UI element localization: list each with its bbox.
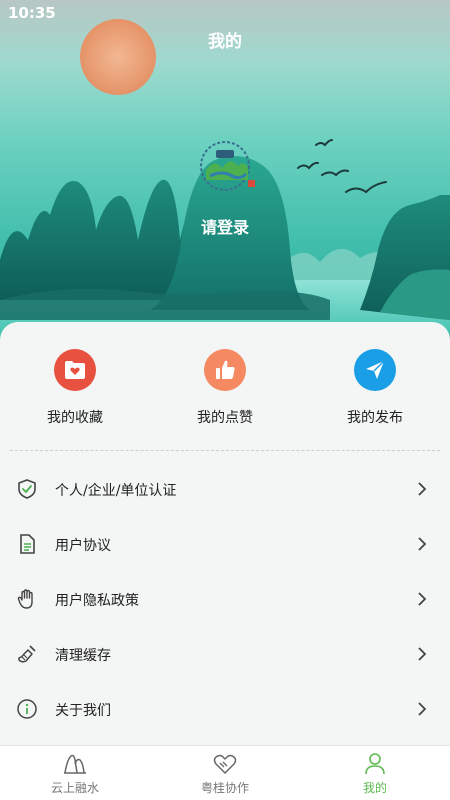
my-posts-label: 我的发布 (347, 410, 403, 426)
my-posts-button[interactable]: 我的发布 (315, 347, 435, 427)
tab-yuegui-cooperation[interactable]: 粤桂协作 (150, 746, 300, 800)
person-icon (365, 753, 385, 775)
tab-yunshang-rongshui[interactable]: 云上融水 (0, 746, 150, 800)
bottom-tab-bar: 云上融水 粤桂协作 我的 (0, 745, 450, 800)
menu-item-clear-cache[interactable]: 清理缓存 (0, 627, 450, 682)
menu-item-user-agreement[interactable]: 用户协议 (0, 517, 450, 572)
page-title: 我的 (208, 32, 242, 52)
chevron-right-icon (418, 702, 427, 716)
login-link[interactable]: 请登录 (0, 214, 450, 238)
chevron-right-icon (418, 537, 427, 551)
app-logo-icon[interactable] (192, 136, 258, 202)
chevron-right-icon (418, 482, 427, 496)
document-icon (20, 534, 35, 554)
menu-item-label: 个人/企业/单位认证 (55, 483, 177, 499)
tab-label: 云上融水 (50, 781, 99, 795)
menu-item-label: 用户隐私政策 (55, 593, 139, 609)
send-icon (354, 349, 396, 391)
menu-item-about-us[interactable]: 关于我们 (0, 682, 450, 737)
my-favorites-label: 我的收藏 (47, 410, 103, 426)
chevron-right-icon (418, 647, 427, 661)
menu-item-label: 关于我们 (55, 703, 111, 719)
menu-item-label: 清理缓存 (55, 648, 111, 664)
handshake-heart-icon (213, 754, 237, 774)
birds (297, 139, 387, 194)
menu-item-privacy-policy[interactable]: 用户隐私政策 (0, 572, 450, 627)
menu-item-verification[interactable]: 个人/企业/单位认证 (0, 462, 450, 517)
tab-label: 粤桂协作 (200, 781, 249, 795)
tab-label: 我的 (362, 781, 387, 795)
status-bar: 10:35 (0, 0, 450, 26)
favorites-folder-icon (54, 349, 96, 391)
settings-menu: 个人/企业/单位认证 用户协议 用户隐私政策 清理缓存 关于我们 (0, 462, 450, 737)
quick-actions: 我的收藏 我的点赞 我的发布 (0, 347, 450, 447)
menu-item-label: 用户协议 (55, 538, 111, 554)
status-time: 10:35 (8, 4, 56, 22)
content-card: 我的收藏 我的点赞 我的发布 个人/企业/单位认证 用户协议 用户隐私政策 清理… (0, 322, 450, 745)
chevron-right-icon (418, 592, 427, 606)
hand-icon (17, 589, 33, 609)
my-favorites-button[interactable]: 我的收藏 (15, 347, 135, 427)
my-likes-label: 我的点赞 (197, 410, 253, 426)
thumbs-up-icon (204, 349, 246, 391)
shield-check-icon (18, 479, 36, 499)
section-divider (10, 450, 440, 451)
broom-icon (18, 645, 36, 663)
mountain-icon (64, 754, 86, 774)
profile-header: 10:35 我的 请登录 (0, 0, 450, 340)
tab-mine[interactable]: 我的 (300, 746, 450, 800)
info-icon (17, 699, 37, 719)
my-likes-button[interactable]: 我的点赞 (165, 347, 285, 427)
